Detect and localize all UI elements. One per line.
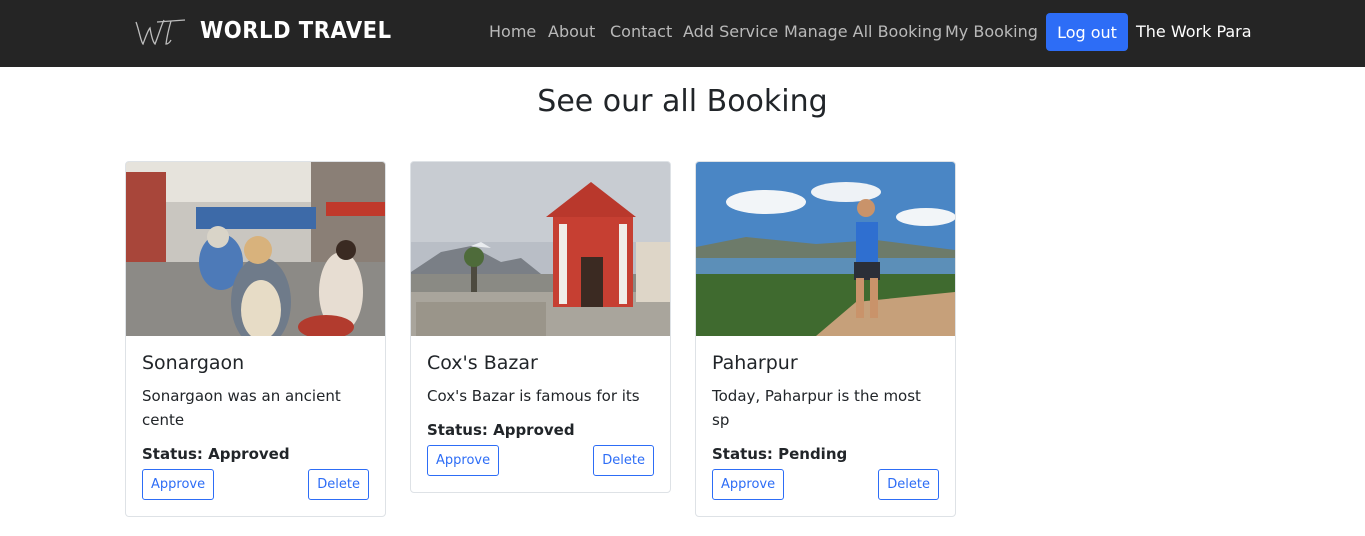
page-title: See our all Booking (537, 84, 828, 119)
booking-actions: Approve Delete (427, 445, 654, 476)
delete-button[interactable]: Delete (878, 469, 939, 500)
booking-card: Cox's Bazar Cox's Bazar is famous for it… (410, 161, 671, 493)
booking-card: Sonargaon Sonargaon was an ancient cente… (125, 161, 386, 517)
nav-link-manage-all-booking[interactable]: Manage All Booking (784, 22, 942, 41)
booking-image (411, 162, 670, 336)
booking-status: Status: Approved (142, 445, 290, 463)
nav-link-my-booking[interactable]: My Booking (945, 22, 1038, 41)
user-name: The Work Para (1136, 22, 1252, 41)
booking-title: Cox's Bazar (427, 352, 538, 374)
approve-button[interactable]: Approve (712, 469, 785, 500)
booking-image (126, 162, 385, 336)
delete-button[interactable]: Delete (593, 445, 654, 476)
navbar: WORLD TRAVEL Home About Contact Add Serv… (0, 0, 1365, 67)
wt-logo-icon[interactable] (133, 14, 189, 50)
approve-button[interactable]: Approve (427, 445, 500, 476)
nav-link-contact[interactable]: Contact (610, 22, 672, 41)
approve-button[interactable]: Approve (142, 469, 215, 500)
booking-actions: Approve Delete (142, 469, 369, 500)
booking-card: Paharpur Today, Paharpur is the most sp … (695, 161, 956, 517)
booking-actions: Approve Delete (712, 469, 939, 500)
booking-title: Paharpur (712, 352, 798, 374)
brand-name[interactable]: WORLD TRAVEL (200, 18, 392, 44)
nav-link-add-service[interactable]: Add Service (683, 22, 778, 41)
booking-status: Status: Approved (427, 421, 575, 439)
logout-button[interactable]: Log out (1046, 13, 1128, 51)
booking-description: Today, Paharpur is the most sp (712, 387, 921, 429)
booking-description: Cox's Bazar is famous for its (427, 387, 640, 405)
nav-link-about[interactable]: About (548, 22, 595, 41)
booking-status: Status: Pending (712, 445, 848, 463)
booking-image (696, 162, 955, 336)
nav-link-home[interactable]: Home (489, 22, 536, 41)
delete-button[interactable]: Delete (308, 469, 369, 500)
booking-title: Sonargaon (142, 352, 245, 374)
booking-description: Sonargaon was an ancient cente (142, 387, 341, 429)
